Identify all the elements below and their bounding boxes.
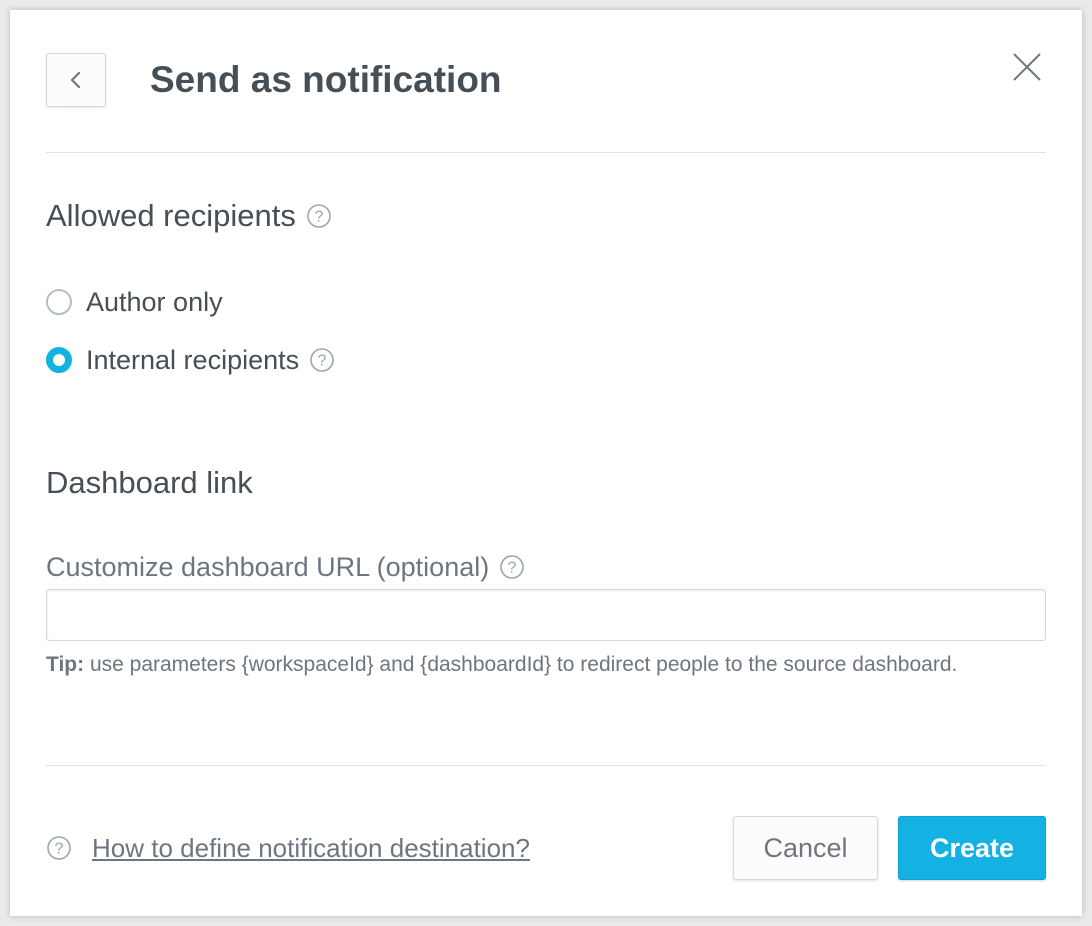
dashboard-url-label-text: Customize dashboard URL (optional) [46, 552, 490, 582]
footer-help: ? How to define notification destination… [46, 830, 530, 866]
dashboard-url-label: Customize dashboard URL (optional) ? [46, 550, 525, 584]
radio-label: Internal recipients [86, 345, 300, 375]
dashboard-link-heading: Dashboard link [46, 465, 253, 500]
allowed-recipients-heading: Allowed recipients ? [46, 197, 332, 235]
radio-internal-recipients[interactable]: Internal recipients ? [46, 344, 335, 376]
tip-text: Tip: use parameters {workspaceId} and {d… [46, 652, 1046, 678]
cancel-button[interactable]: Cancel [733, 816, 878, 880]
svg-text:?: ? [55, 841, 64, 858]
radio-button-selected[interactable] [46, 347, 72, 373]
radio-label: Author only [86, 287, 223, 317]
radio-button[interactable] [46, 289, 72, 315]
radio-author-only[interactable]: Author only [46, 286, 223, 318]
close-icon [1013, 53, 1041, 81]
chevron-left-icon [70, 71, 81, 89]
help-icon[interactable]: ? [306, 203, 332, 229]
footer-divider [46, 765, 1046, 766]
svg-text:?: ? [508, 560, 517, 577]
svg-text:?: ? [318, 353, 327, 370]
notification-destination-help-link[interactable]: How to define notification destination? [92, 830, 530, 866]
help-icon[interactable]: ? [499, 554, 525, 580]
create-button[interactable]: Create [898, 816, 1046, 880]
svg-text:?: ? [314, 209, 323, 226]
close-button[interactable] [1010, 50, 1044, 84]
dashboard-url-input[interactable] [46, 589, 1046, 641]
dialog-title: Send as notification [150, 59, 502, 100]
send-as-notification-dialog: Send as notification Allowed recipients … [10, 10, 1082, 916]
tip-body: use parameters {workspaceId} and {dashbo… [84, 653, 958, 676]
help-icon[interactable]: ? [309, 347, 335, 373]
help-icon[interactable]: ? [46, 835, 72, 861]
tip-prefix: Tip: [46, 653, 85, 676]
back-button[interactable] [46, 53, 106, 107]
allowed-recipients-title: Allowed recipients [46, 198, 296, 233]
header-divider [46, 152, 1046, 153]
